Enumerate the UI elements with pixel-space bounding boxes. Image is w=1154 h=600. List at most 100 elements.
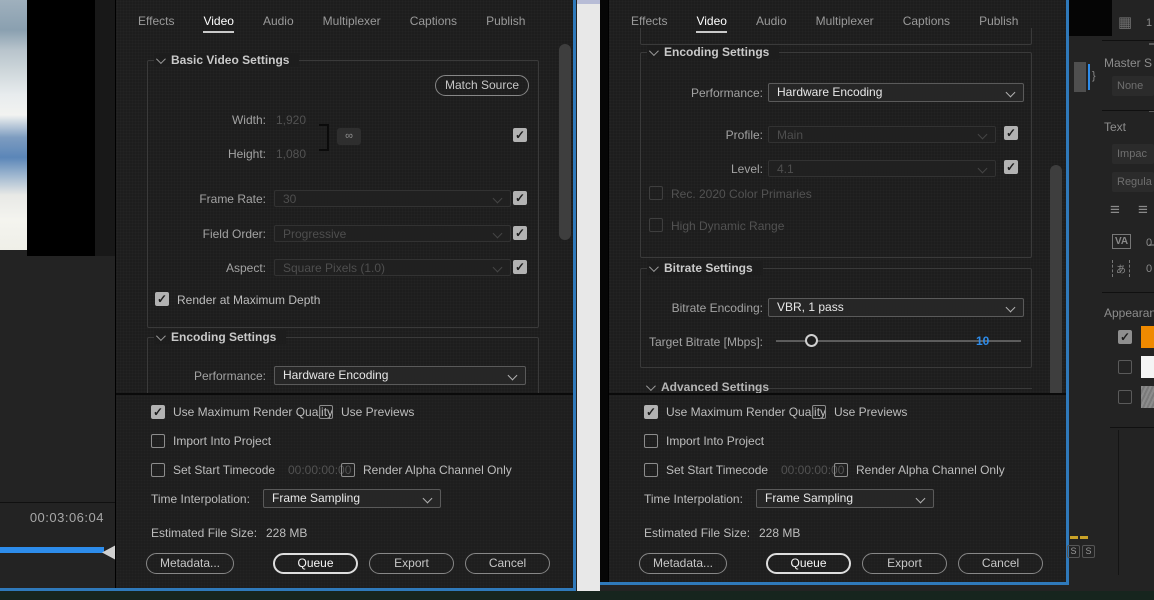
render-max-depth-checkbox[interactable] [155, 292, 169, 306]
frame-rate-checkbox[interactable] [513, 191, 527, 205]
time-interpolation-dropdown[interactable]: Frame Sampling [263, 489, 441, 508]
use-max-render-quality-checkbox[interactable] [644, 405, 658, 419]
text-section-label: Text [1104, 120, 1126, 134]
export-button[interactable]: Export [369, 553, 454, 574]
rec2020-checkbox[interactable] [649, 186, 663, 200]
export-footer: Use Maximum Render Quality Use Previews … [116, 393, 573, 588]
basic-video-settings-header[interactable]: Basic Video Settings [154, 53, 299, 67]
queue-button[interactable]: Queue [273, 553, 358, 574]
tab-publish[interactable]: Publish [486, 14, 525, 33]
set-start-timecode-checkbox[interactable] [151, 463, 165, 477]
encoding-settings-header[interactable]: Encoding Settings [154, 330, 286, 344]
profile-label: Profile: [648, 128, 763, 142]
advanced-settings-header[interactable]: Advanced Settings [646, 380, 769, 394]
use-max-render-quality-label: Use Maximum Render Quality [666, 405, 826, 419]
font-style-dropdown[interactable]: Regula [1112, 172, 1154, 192]
aspect-label: Aspect: [151, 261, 266, 275]
panel-divider [1102, 292, 1154, 293]
field-order-checkbox[interactable] [513, 226, 527, 240]
import-into-project-checkbox[interactable] [151, 434, 165, 448]
tab-multiplexer[interactable]: Multiplexer [323, 14, 381, 33]
kerning-value[interactable]: 0 [1146, 263, 1152, 275]
tab-video[interactable]: Video [203, 14, 233, 33]
encoding-settings-header[interactable]: Encoding Settings [647, 45, 779, 59]
solo-track-button[interactable]: S [1082, 545, 1095, 558]
dialog-scrollbar[interactable] [1050, 165, 1062, 423]
set-start-timecode-checkbox[interactable] [644, 463, 658, 477]
profile-dropdown[interactable]: Main [768, 126, 996, 143]
bitrate-encoding-dropdown[interactable]: VBR, 1 pass [768, 298, 1024, 317]
performance-dropdown[interactable]: Hardware Encoding [768, 83, 1024, 102]
estimated-file-size-label: Estimated File Size: [151, 526, 257, 540]
fill-checkbox[interactable] [1118, 330, 1132, 344]
dimension-link-bracket [319, 124, 329, 151]
count-value: 1 [1146, 17, 1152, 29]
kerning-icon[interactable]: あ [1112, 260, 1130, 277]
time-interpolation-label: Time Interpolation: [151, 492, 250, 506]
level-checkbox[interactable] [1004, 160, 1018, 174]
dialog-scrollbar[interactable] [559, 44, 571, 240]
bitrate-settings-section: Bitrate Settings [640, 268, 1032, 368]
metadata-button[interactable]: Metadata... [146, 553, 234, 574]
frame-rate-dropdown[interactable]: 30 [274, 190, 511, 207]
advanced-section-border [749, 388, 1032, 389]
fill-color-swatch[interactable] [1141, 326, 1154, 348]
render-max-depth-label: Render at Maximum Depth [177, 293, 320, 307]
aspect-checkbox[interactable] [513, 260, 527, 274]
stroke-color-swatch[interactable] [1141, 356, 1154, 378]
monitor-scrub-bar[interactable] [0, 547, 104, 553]
solo-track-button[interactable]: S [1067, 545, 1080, 558]
use-previews-checkbox[interactable] [319, 405, 333, 419]
stroke-checkbox[interactable] [1118, 360, 1132, 374]
align-center-icon[interactable]: ≡ [1138, 200, 1148, 220]
tab-audio[interactable]: Audio [263, 14, 294, 33]
metadata-button[interactable]: Metadata... [639, 553, 727, 574]
queue-button[interactable]: Queue [766, 553, 851, 574]
render-alpha-checkbox[interactable] [834, 463, 848, 477]
hdr-checkbox[interactable] [649, 218, 663, 232]
brace-glyph: } [1092, 70, 1096, 82]
use-max-render-quality-checkbox[interactable] [151, 405, 165, 419]
bitrate-settings-header[interactable]: Bitrate Settings [647, 261, 763, 275]
tracking-icon[interactable]: VA [1112, 234, 1131, 249]
field-order-dropdown[interactable]: Progressive [274, 225, 511, 242]
panel-divider [1102, 40, 1154, 41]
import-into-project-checkbox[interactable] [644, 434, 658, 448]
target-bitrate-label: Target Bitrate [Mbps]: [619, 335, 763, 349]
hdr-label: High Dynamic Range [671, 219, 784, 233]
tracking-value[interactable]: 0 [1146, 237, 1152, 249]
scrolled-section-remnant [640, 28, 1032, 45]
monitor-timecode: 00:03:06:04 [0, 510, 104, 525]
shadow-checkbox[interactable] [1118, 390, 1132, 404]
render-alpha-label: Render Alpha Channel Only [856, 463, 1005, 477]
shadow-color-swatch[interactable] [1141, 386, 1154, 408]
render-alpha-checkbox[interactable] [341, 463, 355, 477]
import-into-project-label: Import Into Project [173, 434, 271, 448]
align-left-icon[interactable]: ≡ [1110, 200, 1120, 220]
bottom-status-strip [0, 591, 1154, 600]
rec2020-label: Rec. 2020 Color Primaries [671, 187, 812, 201]
monitor-playhead-handle-icon[interactable] [102, 545, 116, 560]
frame-rate-label: Frame Rate: [151, 192, 266, 206]
monitor-divider [0, 502, 115, 503]
field-order-label: Field Order: [151, 227, 266, 241]
link-dimensions-icon[interactable]: ∞ [337, 128, 361, 145]
master-style-dropdown[interactable]: None [1112, 76, 1154, 96]
tab-captions[interactable]: Captions [410, 14, 457, 33]
use-previews-checkbox[interactable] [812, 405, 826, 419]
time-interpolation-dropdown[interactable]: Frame Sampling [756, 489, 934, 508]
target-bitrate-slider-knob[interactable] [805, 334, 818, 347]
font-family-dropdown[interactable]: Impac [1112, 144, 1154, 164]
cancel-button[interactable]: Cancel [958, 553, 1043, 574]
export-button[interactable]: Export [862, 553, 947, 574]
chevron-down-icon [156, 54, 166, 64]
aspect-dropdown[interactable]: Square Pixels (1.0) [274, 259, 511, 276]
profile-checkbox[interactable] [1004, 126, 1018, 140]
match-source-button[interactable]: Match Source [435, 75, 529, 96]
timeline-black-panel [1069, 0, 1112, 36]
dimensions-checkbox[interactable] [513, 128, 527, 142]
cancel-button[interactable]: Cancel [465, 553, 550, 574]
tab-effects[interactable]: Effects [138, 14, 174, 33]
performance-dropdown[interactable]: Hardware Encoding [274, 366, 526, 385]
level-dropdown[interactable]: 4.1 [768, 160, 996, 177]
